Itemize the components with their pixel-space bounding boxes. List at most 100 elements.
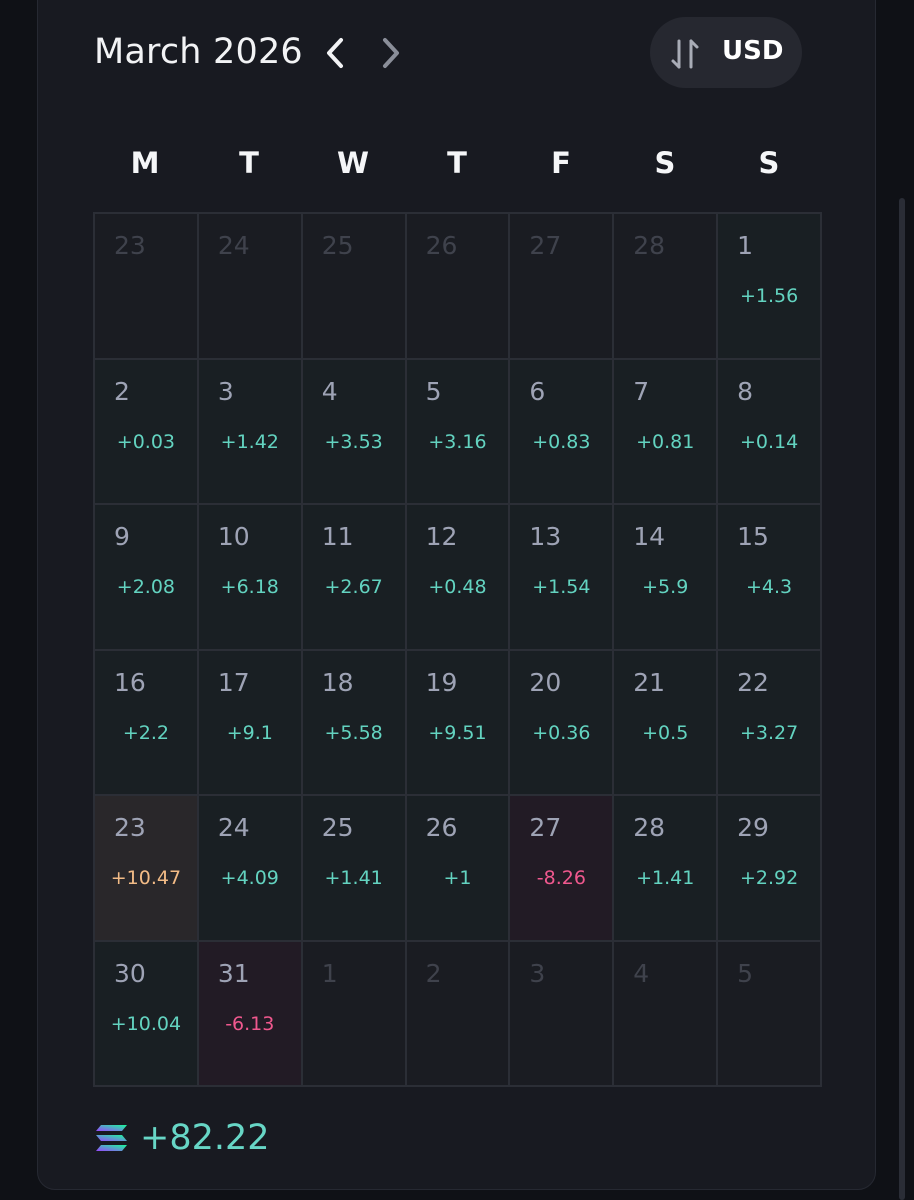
- calendar-day-cell[interactable]: 28 +1.41: [614, 796, 719, 942]
- calendar-grid: 23 24 25 26 27 28 1 +1.56 2 +0.03 3 +1.42 4 +3.53 5 +3.…: [93, 212, 822, 1087]
- calendar-day-cell[interactable]: 24 +4.09: [198, 796, 303, 942]
- calendar-day-cell[interactable]: 3 +1.42: [198, 359, 303, 505]
- chevron-left-icon: [327, 38, 343, 68]
- day-pnl: +0.81: [636, 430, 695, 453]
- calendar-day-cell[interactable]: 27 -8.26: [510, 796, 615, 942]
- calendar-day-cell[interactable]: 17 +9.1: [198, 650, 303, 796]
- day-pnl: +2.2: [122, 721, 169, 744]
- calendar-day-cell[interactable]: 22 +3.27: [718, 650, 822, 796]
- day-number: 21: [633, 667, 666, 697]
- day-pnl: +2.92: [739, 867, 799, 889]
- weekday-tuesday: T: [239, 146, 259, 180]
- day-pnl: +10.47: [110, 867, 182, 889]
- day-number: 31: [217, 958, 250, 988]
- day-pnl: +2.67: [324, 576, 383, 598]
- currency-toggle-button[interactable]: USD: [650, 17, 802, 88]
- calendar-day-cell[interactable]: 7 +0.81: [614, 359, 719, 505]
- calendar-day-cell[interactable]: 13 +1.54: [510, 505, 615, 651]
- calendar-day-cell[interactable]: 31 -6.13: [198, 941, 303, 1087]
- day-pnl: +9.1: [226, 721, 273, 744]
- calendar-day-cell[interactable]: 15 +4.3: [718, 505, 822, 651]
- day-pnl: -8.26: [536, 867, 586, 889]
- day-pnl: +1: [443, 867, 472, 889]
- day-number: 11: [321, 522, 354, 551]
- day-number: 28: [633, 813, 666, 842]
- calendar-day-cell[interactable]: 29 +2.92: [718, 796, 822, 942]
- day-number: 5: [737, 958, 754, 988]
- calendar-day-cell[interactable]: 23 +10.47: [95, 796, 199, 942]
- calendar-day-cell[interactable]: 4 +3.53: [302, 359, 407, 505]
- calendar-day-cell: 2: [406, 941, 511, 1087]
- calendar-day-cell[interactable]: 10 +6.18: [198, 505, 303, 651]
- calendar-day-cell: 3: [510, 941, 615, 1087]
- day-pnl: +3.27: [739, 721, 799, 744]
- calendar-day-cell[interactable]: 26 +1: [406, 796, 511, 942]
- day-pnl: +3.53: [324, 430, 383, 453]
- monthly-total: +82.22: [95, 1118, 270, 1158]
- day-number: 27: [529, 813, 562, 842]
- day-pnl: +10.04: [110, 1012, 182, 1035]
- weekday-sunday: S: [758, 146, 780, 180]
- calendar-day-cell[interactable]: 1 +1.56: [718, 214, 822, 360]
- calendar-day-cell[interactable]: 20 +0.36: [510, 650, 615, 796]
- day-number: 15: [737, 522, 769, 551]
- calendar-day-cell[interactable]: 6 +0.83: [510, 359, 615, 505]
- calendar-day-cell[interactable]: 16 +2.2: [95, 650, 199, 796]
- day-pnl: +6.18: [220, 576, 279, 598]
- day-number: 24: [217, 231, 250, 260]
- day-number: 26: [425, 231, 458, 260]
- calendar-day-cell: 4: [614, 941, 719, 1087]
- day-number: 20: [529, 667, 562, 697]
- day-pnl: +5.9: [642, 576, 689, 598]
- calendar-day-cell: 26: [406, 214, 511, 360]
- day-number: 10: [217, 522, 250, 551]
- calendar-day-cell[interactable]: 14 +5.9: [614, 505, 719, 651]
- page: March 2026 USD M T W T F S S 23 24 25 26 27 2…: [0, 0, 914, 1200]
- day-number: 12: [425, 522, 458, 551]
- calendar-day-cell: 25: [302, 214, 407, 360]
- calendar-day-cell: 23: [95, 214, 199, 360]
- day-pnl: +2.08: [116, 576, 176, 598]
- chevron-right-icon: [383, 38, 399, 68]
- calendar-day-cell[interactable]: 12 +0.48: [406, 505, 511, 651]
- calendar-day-cell[interactable]: 19 +9.51: [406, 650, 511, 796]
- day-number: 4: [321, 376, 338, 406]
- next-month-button[interactable]: [376, 36, 406, 70]
- calendar-day-cell[interactable]: 9 +2.08: [95, 505, 199, 651]
- calendar-day-cell: 27: [510, 214, 615, 360]
- calendar-day-cell[interactable]: 8 +0.14: [718, 359, 822, 505]
- day-number: 23: [114, 813, 146, 842]
- day-number: 25: [321, 231, 354, 260]
- day-number: 16: [114, 667, 146, 697]
- weekday-wednesday: W: [337, 146, 369, 180]
- day-number: 9: [114, 522, 130, 551]
- currency-label: USD: [722, 36, 784, 66]
- day-number: 27: [529, 231, 562, 260]
- day-number: 2: [425, 958, 442, 988]
- calendar-day-cell[interactable]: 25 +1.41: [302, 796, 407, 942]
- day-pnl: +1.41: [636, 867, 695, 889]
- calendar-day-cell[interactable]: 2 +0.03: [95, 359, 199, 505]
- weekday-saturday: S: [654, 146, 676, 180]
- calendar-day-cell[interactable]: 11 +2.67: [302, 505, 407, 651]
- day-number: 5: [425, 376, 442, 406]
- day-number: 4: [633, 958, 650, 988]
- calendar-day-cell[interactable]: 18 +5.58: [302, 650, 407, 796]
- calendar-day-cell[interactable]: 5 +3.16: [406, 359, 511, 505]
- calendar-day-cell[interactable]: 30 +10.04: [95, 941, 199, 1087]
- scrollbar[interactable]: [899, 198, 905, 1200]
- calendar-day-cell[interactable]: 21 +0.5: [614, 650, 719, 796]
- day-pnl: +0.14: [739, 430, 799, 453]
- weekday-friday: F: [551, 146, 571, 180]
- day-pnl: +0.83: [532, 430, 591, 453]
- previous-month-button[interactable]: [320, 36, 350, 70]
- day-pnl: +9.51: [428, 721, 487, 744]
- day-number: 19: [425, 667, 458, 697]
- weekday-monday: M: [130, 146, 160, 180]
- day-number: 24: [217, 813, 250, 842]
- day-pnl: +3.16: [428, 430, 487, 453]
- day-number: 7: [633, 376, 650, 406]
- calendar-day-cell: 1: [302, 941, 407, 1087]
- day-number: 26: [425, 813, 458, 842]
- total-value: +82.22: [140, 1118, 270, 1158]
